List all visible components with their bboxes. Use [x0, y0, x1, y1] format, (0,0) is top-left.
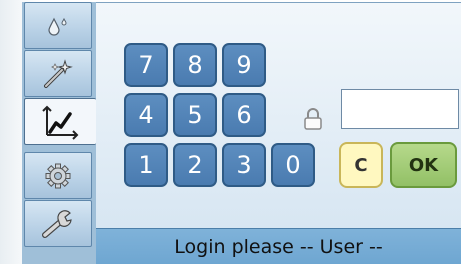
key-3[interactable]: 3 — [222, 143, 266, 187]
sidebar-item-service[interactable] — [24, 200, 92, 247]
gear-icon — [45, 163, 71, 188]
login-screen: 7 8 9 4 5 6 1 2 3 0 C OK Login please --… — [0, 0, 461, 264]
password-input[interactable] — [341, 89, 459, 129]
login-panel: 7 8 9 4 5 6 1 2 3 0 C OK — [96, 2, 461, 229]
key-1[interactable]: 1 — [124, 143, 168, 187]
key-7[interactable]: 7 — [124, 43, 168, 87]
sidebar-item-magic-wand[interactable] — [24, 50, 92, 97]
key-8[interactable]: 8 — [173, 43, 217, 87]
key-2[interactable]: 2 — [173, 143, 217, 187]
magic-wand-icon — [44, 58, 73, 88]
ok-button[interactable]: OK — [390, 142, 457, 188]
sidebar — [22, 2, 98, 264]
key-4[interactable]: 4 — [124, 93, 168, 137]
key-0[interactable]: 0 — [271, 143, 315, 187]
line-chart-icon — [41, 105, 78, 140]
key-6[interactable]: 6 — [222, 93, 266, 137]
sidebar-item-chart[interactable] — [24, 98, 96, 145]
drops-icon — [48, 17, 67, 36]
key-5[interactable]: 5 — [173, 93, 217, 137]
sidebar-item-settings[interactable] — [24, 152, 92, 199]
sidebar-item-drops[interactable] — [24, 2, 92, 49]
lock-icon — [304, 108, 322, 130]
key-9[interactable]: 9 — [222, 43, 266, 87]
status-bar: Login please -- User -- — [96, 228, 461, 264]
clear-button[interactable]: C — [339, 142, 383, 188]
wrench-icon — [42, 209, 72, 238]
status-message: Login please -- User -- — [174, 236, 383, 258]
